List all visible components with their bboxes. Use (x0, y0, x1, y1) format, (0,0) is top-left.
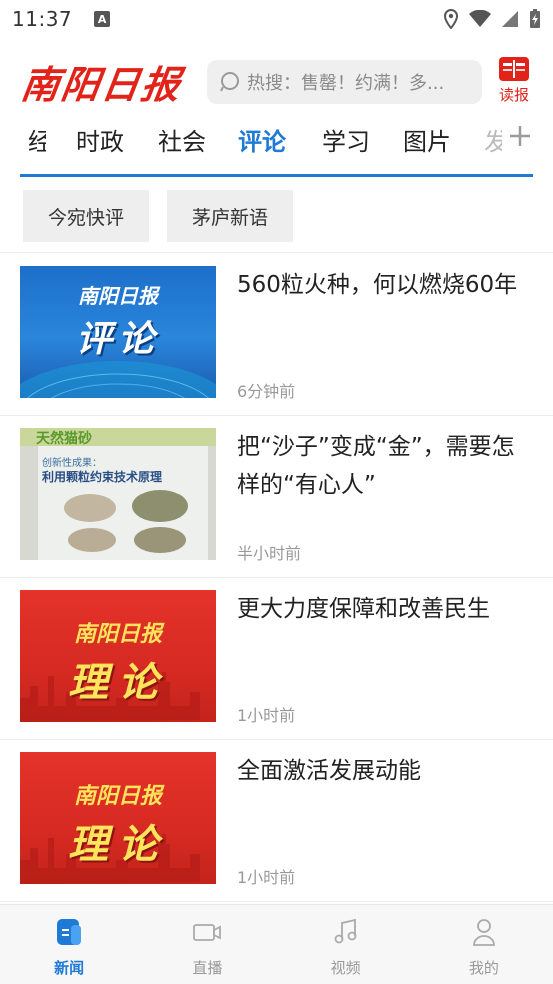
thumb-caption: 南阳日报 (73, 783, 162, 809)
news-thumbnail: 南阳日报 评论 (20, 266, 216, 398)
thumb-title: 评论 (75, 318, 160, 360)
news-thumbnail: 天然猫砂 创新性成果： 利用颗粒约束技术原理 (20, 428, 216, 560)
tab-underline (20, 174, 533, 177)
nav-mine[interactable]: 我的 (415, 905, 553, 984)
app-logo[interactable]: 南阳日报 (18, 54, 186, 109)
thumb-title: 理论 (68, 659, 168, 706)
tab-partial-right[interactable]: 发 (484, 122, 502, 157)
tab-politics[interactable]: 时政 (76, 122, 124, 157)
nav-label: 我的 (468, 959, 499, 977)
search-input[interactable]: 热搜：售罄！约满！多... (207, 60, 482, 104)
nav-label: 新闻 (54, 959, 85, 977)
subtag-maolu-xinyu[interactable]: 茅庐新语 (167, 190, 293, 242)
divider (0, 252, 553, 253)
music-note-icon (334, 918, 357, 944)
live-camera-icon (193, 924, 222, 941)
nav-label: 视频 (330, 959, 361, 977)
nav-live[interactable]: 直播 (138, 905, 276, 984)
status-time: 11:37 (12, 7, 73, 31)
notification-icon: A (94, 11, 111, 27)
person-icon (472, 919, 495, 946)
tab-commentary[interactable]: 评论 (238, 122, 286, 157)
news-icon (57, 919, 82, 945)
status-bar: 11:37 A (0, 0, 553, 38)
news-thumbnail: 南阳日报 理论 (20, 752, 216, 884)
thumb-title: 理论 (68, 821, 168, 868)
add-channel-icon[interactable] (508, 124, 532, 148)
subtag-jinwan-review[interactable]: 今宛快评 (23, 190, 149, 242)
news-item[interactable]: 南阳日报 评论 560粒火种，何以燃烧60年 6分钟前 (0, 254, 553, 416)
news-item[interactable]: 南阳日报 理论 全面激活发展动能 1小时前 (0, 740, 553, 902)
nav-label: 直播 (192, 959, 223, 977)
tab-pictures[interactable]: 图片 (403, 122, 451, 157)
thumb-caption: 南阳日报 (73, 621, 162, 647)
tab-study[interactable]: 学习 (322, 122, 370, 157)
read-paper-label: 读报 (498, 86, 529, 104)
sample-piles-graphic (64, 490, 188, 553)
news-time: 6分钟前 (237, 382, 296, 401)
tab-partial-left[interactable]: 经济 (28, 122, 46, 157)
news-title[interactable]: 更大力度保障和改善民生 (237, 590, 537, 628)
location-icon (443, 9, 459, 29)
nav-video[interactable]: 视频 (277, 905, 415, 984)
bottom-nav: 新闻 直播 视频 我的 (0, 904, 553, 984)
news-title[interactable]: 把“沙子”变成“金”，需要怎样的“有心人” (237, 428, 537, 504)
battery-icon (530, 9, 540, 28)
search-placeholder: 热搜：售罄！约满！多... (247, 73, 445, 94)
read-paper-button[interactable]: 读报 (494, 56, 534, 105)
news-time: 半小时前 (237, 544, 302, 563)
app-header: 南阳日报 热搜：售罄！约满！多... 读报 (0, 52, 553, 112)
tab-society[interactable]: 社会 (158, 122, 206, 157)
news-item[interactable]: 天然猫砂 创新性成果： 利用颗粒约束技术原理 把“沙子”变成“金”，需要怎样的“… (0, 416, 553, 578)
search-icon (220, 72, 239, 92)
news-title[interactable]: 560粒火种，何以燃烧60年 (237, 266, 537, 304)
status-icons (443, 9, 541, 29)
channel-tabs: 经济 时政 社会 评论 学习 图片 发 (0, 118, 553, 164)
news-item[interactable]: 南阳日报 理论 更大力度保障和改善民生 1小时前 (0, 578, 553, 740)
news-title[interactable]: 全面激活发展动能 (237, 752, 537, 790)
newspaper-icon (499, 57, 529, 81)
news-time: 1小时前 (237, 706, 296, 725)
wifi-icon (469, 10, 491, 27)
news-time: 1小时前 (237, 868, 296, 887)
thumb-caption: 南阳日报 (78, 284, 158, 308)
news-thumbnail: 南阳日报 理论 (20, 590, 216, 722)
subtag-row: 今宛快评 茅庐新语 (0, 190, 553, 242)
nav-news[interactable]: 新闻 (0, 905, 138, 984)
signal-icon (502, 11, 518, 27)
